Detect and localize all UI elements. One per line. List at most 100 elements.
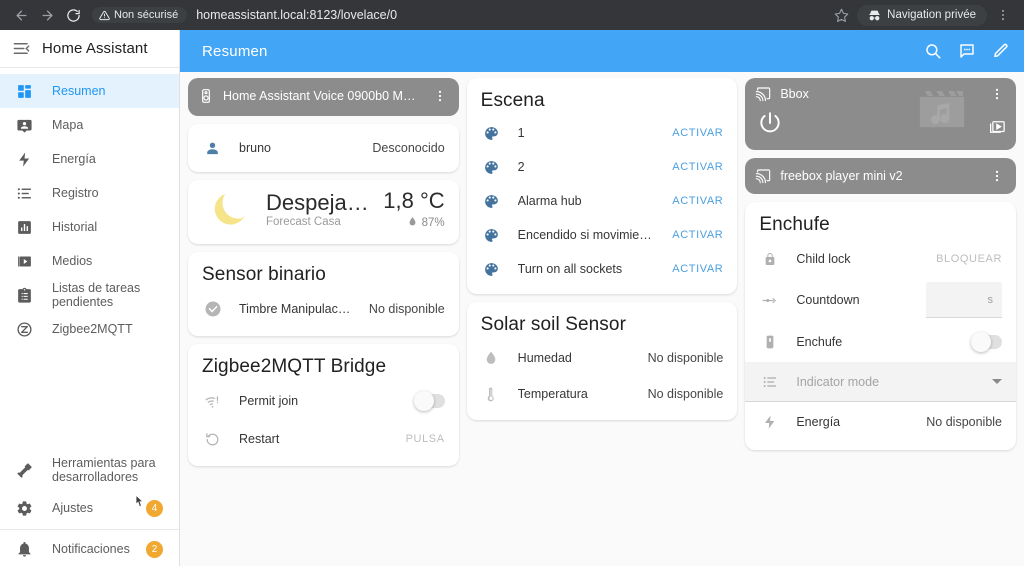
format-list-icon [14, 183, 34, 203]
entity-row-timbre-manipulacion[interactable]: Timbre Manipulación No disponible [188, 290, 459, 328]
url-text: homeassistant.local:8123/lovelace/0 [196, 8, 398, 22]
restart-action-button[interactable]: PULSA [406, 433, 445, 445]
entity-name: Energía [796, 415, 841, 429]
entity-name: Enchufe [796, 335, 843, 349]
kebab-menu-icon[interactable] [988, 87, 1006, 101]
weather-temperature: 1,8 °C [383, 188, 445, 214]
chevron-down-icon[interactable] [992, 379, 1003, 384]
entity-name: 1 [517, 126, 525, 140]
hammer-icon [14, 460, 34, 480]
entity-row-countdown[interactable]: Countdown s [745, 278, 1016, 322]
power-socket-icon [759, 334, 780, 350]
sidebar-item-notificaciones[interactable]: Notificaciones 2 [0, 532, 179, 566]
entity-row-scene-1[interactable]: 1 ACTIVAR [467, 116, 738, 150]
entity-name: 2 [517, 160, 525, 174]
card-title: Solar soil Sensor [480, 314, 626, 335]
sidebar-item-registro[interactable]: Registro [0, 176, 179, 210]
card-sensor-binario: Sensor binario Timbre Manipulación No di… [188, 252, 459, 336]
entity-row-permit-join[interactable]: Permit join [188, 382, 459, 420]
browser-forward-button[interactable] [34, 2, 60, 28]
entity-row-temperatura[interactable]: Temperatura No disponible [467, 376, 738, 412]
browser-reload-button[interactable] [60, 2, 86, 28]
check-circle-icon [202, 300, 223, 318]
sidebar-item-zigbee2mqtt[interactable]: Zigbee2MQTT [0, 312, 179, 346]
app-shell: Home Assistant Resumen Mapa Energía Regi… [0, 30, 1024, 566]
speaker-icon [198, 88, 214, 104]
assist-chat-icon[interactable] [958, 42, 976, 60]
scene-activate-button[interactable]: ACTIVAR [672, 127, 723, 139]
scene-activate-button[interactable]: ACTIVAR [672, 263, 723, 275]
sidebar-item-mapa[interactable]: Mapa [0, 108, 179, 142]
format-list-icon [759, 374, 780, 390]
scene-activate-button[interactable]: ACTIVAR [672, 161, 723, 173]
sidebar-item-label: Mapa [52, 117, 84, 132]
permit-join-toggle[interactable] [413, 391, 445, 411]
card-title: Zigbee2MQTT Bridge [202, 356, 387, 377]
browser-address-bar[interactable]: Non sécurisé homeassistant.local:8123/lo… [92, 4, 828, 26]
lovelace-column-1: Home Assistant Voice 0900b0 Media Player… [188, 78, 459, 466]
humidity-value: 87% [421, 216, 445, 229]
browser-menu-icon[interactable] [990, 2, 1016, 28]
sidebar-item-historial[interactable]: Historial [0, 210, 179, 244]
entity-row-scene-encendido-si-movimiento[interactable]: Encendido si movimiento ACTIVAR [467, 218, 738, 252]
entity-row-enchufe-switch[interactable]: Enchufe [745, 322, 1016, 362]
sidebar-item-resumen[interactable]: Resumen [0, 74, 179, 108]
power-icon[interactable] [757, 110, 783, 141]
entity-row-energia[interactable]: Energía No disponible [745, 402, 1016, 442]
sidebar-item-label: Resumen [52, 83, 106, 98]
restart-icon [202, 431, 223, 448]
card-media-player-ha-voice[interactable]: Home Assistant Voice 0900b0 Media Player [188, 78, 459, 116]
child-lock-action-button[interactable]: BLOQUEAR [936, 253, 1002, 265]
insecure-connection-chip[interactable]: Non sécurisé [92, 7, 188, 23]
person-state: Desconocido [372, 141, 445, 155]
sidebar-item-label: Notificaciones [52, 541, 130, 556]
entity-row-restart[interactable]: Restart PULSA [188, 420, 459, 458]
music-album-icon [914, 84, 970, 145]
playlist-play-icon[interactable] [988, 118, 1006, 141]
scene-activate-button[interactable]: ACTIVAR [672, 229, 723, 241]
card-weather-forecast[interactable]: Despejado, d… Forecast Casa 1,8 °C 87% [188, 180, 459, 244]
entity-row-scene-turn-on-all-sockets[interactable]: Turn on all sockets ACTIVAR [467, 252, 738, 286]
kebab-menu-icon[interactable] [431, 89, 449, 103]
incognito-indicator[interactable]: Navigation privée [857, 4, 987, 26]
entity-row-child-lock[interactable]: Child lock BLOQUEAR [745, 240, 1016, 278]
sidebar-item-listas-tareas[interactable]: Listas de tareas pendientes [0, 278, 179, 312]
card-title: Escena [480, 90, 545, 111]
browser-back-button[interactable] [8, 2, 34, 28]
card-media-player-freebox[interactable]: freebox player mini v2 [745, 158, 1017, 194]
settings-badge: 4 [146, 499, 163, 517]
sidebar-item-label: Historial [52, 219, 98, 234]
weather-condition: Despejado, d… [266, 189, 378, 215]
page-title: Resumen [202, 42, 268, 60]
entity-state: No disponible [647, 387, 724, 401]
scene-activate-button[interactable]: ACTIVAR [672, 195, 723, 207]
entity-row-indicator-mode[interactable]: Indicator mode [745, 362, 1017, 402]
lovelace-column-2: Escena 1 ACTIVAR 2 ACTIVAR Alarma hub AC… [466, 78, 738, 420]
kebab-menu-icon[interactable] [988, 169, 1006, 183]
card-media-player-bbox[interactable]: Bbox [745, 78, 1017, 150]
pencil-icon[interactable] [992, 42, 1010, 60]
indicator-mode-select[interactable]: Indicator mode [796, 375, 976, 389]
entity-name: Restart [239, 432, 280, 446]
sidebar-item-ajustes[interactable]: Ajustes 4 [0, 491, 179, 525]
entity-name: Permit join [239, 394, 299, 408]
sidebar-item-energia[interactable]: Energía [0, 142, 179, 176]
view-dashboard-icon [14, 81, 34, 101]
media-player-name: freebox player mini v2 [780, 169, 903, 183]
countdown-input[interactable]: s [926, 282, 1003, 318]
bookmark-star-icon[interactable] [828, 2, 854, 28]
entity-row-scene-alarma-hub[interactable]: Alarma hub ACTIVAR [467, 184, 738, 218]
hamburger-collapse-icon[interactable] [10, 39, 32, 58]
entity-row-person[interactable]: bruno Desconocido [188, 124, 459, 172]
entity-row-humedad[interactable]: Humedad No disponible [467, 340, 738, 376]
sidebar-item-herramientas-desarrolladores[interactable]: Herramientas para desarrolladores [0, 449, 179, 491]
person-name: bruno [239, 141, 271, 155]
magnify-icon[interactable] [924, 42, 942, 60]
sidebar-item-label: Medios [52, 253, 93, 268]
entity-row-scene-2[interactable]: 2 ACTIVAR [467, 150, 738, 184]
enchufe-toggle[interactable] [971, 332, 1003, 352]
thermometer-icon [481, 386, 502, 402]
warning-triangle-icon [99, 10, 110, 20]
sidebar-item-medios[interactable]: Medios [0, 244, 179, 278]
water-percent-icon [481, 350, 502, 366]
